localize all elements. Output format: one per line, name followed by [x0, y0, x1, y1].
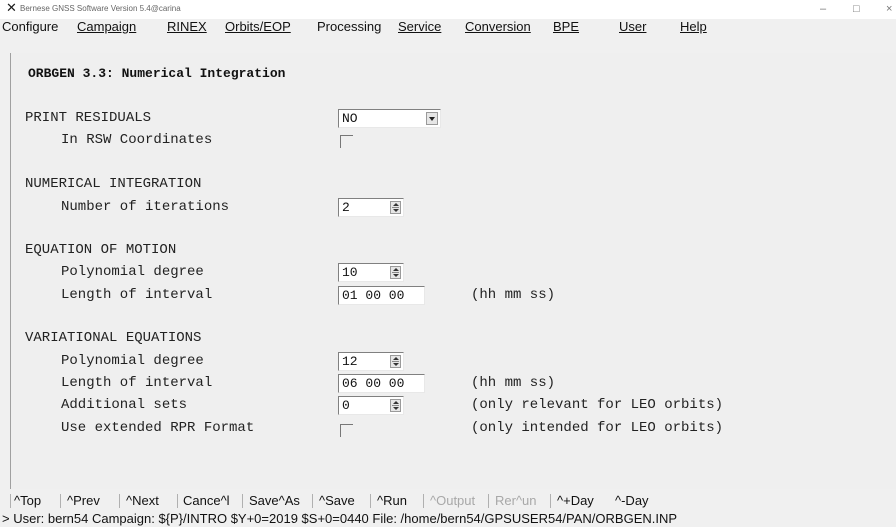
additional-sets-value: 0 — [342, 398, 350, 413]
maximize-button[interactable]: □ — [853, 2, 860, 16]
print-residuals-value: NO — [342, 111, 358, 126]
print-residuals-select[interactable]: NO — [338, 109, 441, 128]
rsw-coordinates-label: In RSW Coordinates — [61, 132, 213, 148]
var-interval-input[interactable]: 06 00 00 — [338, 374, 425, 393]
prev-button[interactable]: ^Prev — [67, 493, 100, 509]
toolbar-separator — [488, 494, 489, 508]
top-button[interactable]: ^Top — [14, 493, 41, 509]
spinner-icon[interactable] — [390, 399, 401, 412]
toolbar-separator — [177, 494, 178, 508]
menu-user[interactable]: User — [619, 19, 646, 35]
iterations-value: 2 — [342, 200, 350, 215]
run-button[interactable]: ^Run — [377, 493, 407, 509]
eom-degree-label: Polynomial degree — [61, 264, 204, 280]
eom-degree-value: 10 — [342, 265, 358, 280]
var-interval-value: 06 00 00 — [342, 376, 405, 391]
toolbar-separator — [550, 494, 551, 508]
var-interval-label: Length of interval — [61, 375, 213, 391]
rpr-format-note: (only intended for LEO orbits) — [471, 420, 724, 436]
menu-conversion[interactable]: Conversion — [465, 19, 531, 35]
rpr-format-checkbox[interactable] — [340, 424, 353, 437]
bottom-toolbar: ^Top ^Prev ^Next Cance^l Save^As ^Save ^… — [0, 490, 896, 510]
rsw-coordinates-checkbox[interactable] — [340, 135, 353, 148]
next-button[interactable]: ^Next — [126, 493, 159, 509]
toolbar-separator — [60, 494, 61, 508]
spinner-icon[interactable] — [390, 355, 401, 368]
iterations-spinbox[interactable]: 2 — [338, 198, 404, 217]
menu-help[interactable]: Help — [680, 19, 707, 35]
toolbar-separator — [423, 494, 424, 508]
var-degree-spinbox[interactable]: 12 — [338, 352, 404, 371]
title-bar: ✕ Bernese GNSS Software Version 5.4@cari… — [0, 0, 896, 19]
close-button[interactable]: × — [886, 2, 892, 16]
minus-day-button[interactable]: ^-Day — [615, 493, 649, 509]
numerical-integration-section: NUMERICAL INTEGRATION — [25, 176, 202, 192]
var-degree-value: 12 — [342, 354, 358, 369]
menu-rinex[interactable]: RINEX — [167, 19, 207, 35]
menu-service[interactable]: Service — [398, 19, 441, 35]
page-title: ORBGEN 3.3: Numerical Integration — [28, 66, 286, 81]
cancel-button[interactable]: Cance^l — [183, 493, 230, 509]
save-as-button[interactable]: Save^As — [249, 493, 300, 509]
toolbar-separator — [242, 494, 243, 508]
save-button[interactable]: ^Save — [319, 493, 355, 509]
menu-processing[interactable]: Processing — [317, 19, 381, 35]
additional-sets-label: Additional sets — [61, 397, 188, 413]
additional-sets-spinbox[interactable]: 0 — [338, 396, 404, 415]
equation-of-motion-section: EQUATION OF MOTION — [25, 242, 177, 258]
menu-configure[interactable]: Configure — [2, 19, 58, 35]
dropdown-arrow-icon[interactable] — [426, 112, 438, 125]
status-line: > User: bern54 Campaign: ${P}/INTRO $Y+0… — [2, 511, 678, 526]
print-residuals-label: PRINT RESIDUALS — [25, 110, 152, 126]
menu-campaign[interactable]: Campaign — [77, 19, 136, 35]
var-degree-label: Polynomial degree — [61, 353, 204, 369]
minimize-button[interactable]: – — [820, 2, 826, 16]
additional-sets-note: (only relevant for LEO orbits) — [471, 397, 724, 413]
x-app-icon: ✕ — [6, 1, 17, 16]
window-title: Bernese GNSS Software Version 5.4@carina — [20, 4, 181, 13]
spinner-icon[interactable] — [390, 266, 401, 279]
eom-degree-spinbox[interactable]: 10 — [338, 263, 404, 282]
plus-day-button[interactable]: ^+Day — [557, 493, 594, 509]
toolbar-separator — [119, 494, 120, 508]
toolbar-separator — [370, 494, 371, 508]
eom-interval-input[interactable]: 01 00 00 — [338, 286, 425, 305]
toolbar-separator — [10, 494, 11, 508]
iterations-label: Number of iterations — [61, 199, 230, 215]
variational-equations-section: VARIATIONAL EQUATIONS — [25, 330, 202, 346]
eom-interval-unit: (hh mm ss) — [471, 287, 556, 303]
output-button[interactable]: ^Output — [430, 493, 475, 509]
spinner-icon[interactable] — [390, 201, 401, 214]
eom-interval-label: Length of interval — [61, 287, 213, 303]
menu-orbits-eop[interactable]: Orbits/EOP — [225, 19, 291, 35]
rerun-button[interactable]: Rer^un — [495, 493, 537, 509]
eom-interval-value: 01 00 00 — [342, 288, 405, 303]
toolbar-separator — [312, 494, 313, 508]
menu-bpe[interactable]: BPE — [553, 19, 579, 35]
rpr-format-label: Use extended RPR Format — [61, 420, 255, 436]
var-interval-unit: (hh mm ss) — [471, 375, 556, 391]
